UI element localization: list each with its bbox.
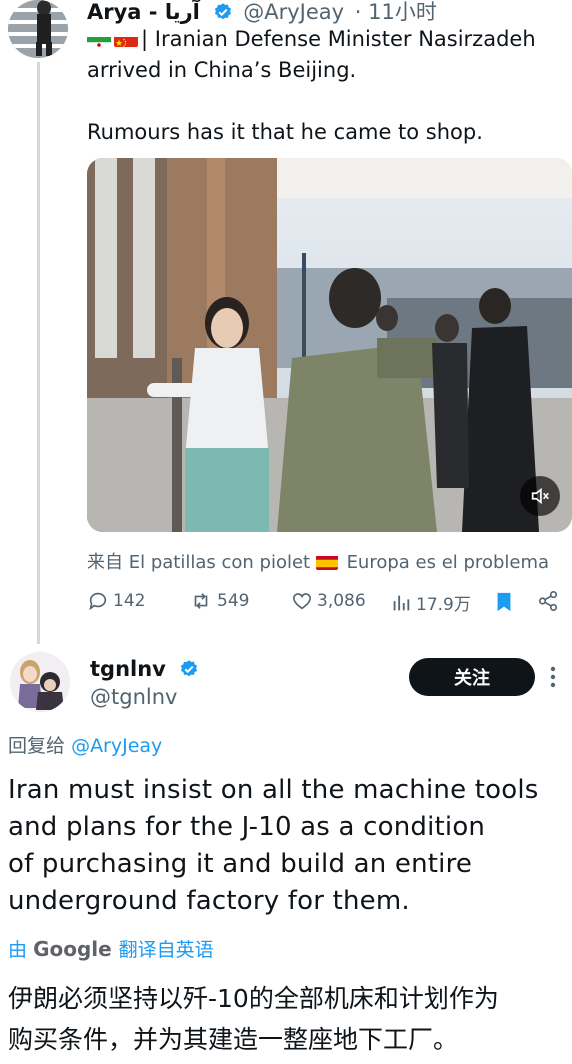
display-name-text: tgnlnv (90, 657, 166, 681)
repost-count: 549 (217, 591, 250, 611)
views-chart-icon (393, 595, 410, 610)
google-logo: Google (33, 937, 119, 961)
tweet-actions: 142 549 3,086 17.9万 (87, 590, 567, 620)
more-vertical-icon (550, 666, 556, 688)
translated-text-line: 购买条件，并为其建造一整座地下工厂。 (8, 1025, 459, 1054)
views-button[interactable]: 17.9万 (390, 590, 471, 615)
mention-link[interactable]: @AryJeay (71, 735, 162, 757)
view-count: 17.9万 (416, 595, 471, 615)
source-attribution[interactable]: 来自 El patillas con piolet Europa es el p… (87, 548, 549, 574)
display-name[interactable]: Arya - آریا (87, 0, 200, 24)
google-brand-text: Google (33, 937, 112, 961)
video-frame (87, 158, 572, 532)
avatar-image (8, 0, 68, 58)
avatar[interactable] (10, 652, 70, 712)
reply-text-line: Iran must insist on all the machine tool… (8, 775, 539, 805)
avatar[interactable] (8, 0, 68, 58)
china-flag-icon (114, 31, 138, 47)
reply-button[interactable]: 142 (87, 590, 145, 612)
tweet-text: | Iranian Defense Minister Nasirzadeh ar… (87, 24, 557, 148)
reply-text: Iran must insist on all the machine tool… (8, 772, 563, 920)
source-prefix: 来自 (87, 552, 123, 573)
spain-flag-icon (315, 555, 338, 570)
heart-icon (292, 593, 312, 610)
iran-flag-icon (87, 31, 111, 47)
follow-button[interactable]: 关注 (409, 658, 535, 696)
share-icon (538, 591, 558, 611)
more-options-button[interactable] (550, 666, 556, 692)
translate-prefix: 由 (8, 939, 28, 961)
replying-to-prefix: 回复给 (8, 735, 66, 757)
handle[interactable]: @tgnlnv (90, 685, 177, 709)
translate-suffix: 翻译自英语 (118, 939, 214, 961)
verified-badge-icon (179, 659, 199, 684)
tweet-header: Arya - آریا @AryJeay · 11小时 (87, 0, 437, 27)
reply-text-line: underground factory for them. (8, 886, 410, 916)
timestamp[interactable]: · 11小时 (355, 0, 437, 24)
reply-text-line: and plans for the J-10 as a condition (8, 812, 486, 842)
display-name[interactable]: tgnlnv (90, 657, 199, 684)
replying-to: 回复给 @AryJeay (8, 731, 162, 758)
tweet-text-line: | Iranian Defense Minister Nasirzadeh (141, 27, 536, 51)
reply-icon (89, 592, 107, 611)
like-button[interactable]: 3,086 (291, 590, 366, 612)
speaker-muted-icon (531, 487, 549, 505)
repost-button[interactable]: 549 (189, 590, 249, 612)
reply-text-line: of purchasing it and build an entire (8, 849, 473, 879)
bookmark-button[interactable] (493, 590, 515, 614)
translated-by-google[interactable]: 由 Google 翻译自英语 (8, 935, 214, 962)
video-player[interactable] (87, 158, 572, 532)
reply-count: 142 (113, 591, 146, 611)
source-suffix: Europa es el problema (346, 552, 550, 573)
translated-text: 伊朗必须坚持以歼-10的全部机床和计划作为 购买条件，并为其建造一整座地下工厂。 (8, 978, 568, 1060)
avatar-image (10, 652, 70, 712)
mute-button[interactable] (520, 476, 560, 516)
repost-icon (194, 593, 208, 609)
thread-line (37, 62, 40, 644)
like-count: 3,086 (317, 591, 366, 611)
source-name: El patillas con piolet (128, 552, 311, 573)
tweet-text-line: arrived in China’s Beijing. (87, 58, 357, 82)
tweet-text-line: Rumours has it that he came to shop. (87, 120, 483, 144)
bookmark-icon (497, 592, 511, 612)
handle[interactable]: @AryJeay (243, 0, 344, 24)
translated-text-line: 伊朗必须坚持以歼-10的全部机床和计划作为 (8, 984, 499, 1013)
share-button[interactable] (537, 590, 559, 612)
